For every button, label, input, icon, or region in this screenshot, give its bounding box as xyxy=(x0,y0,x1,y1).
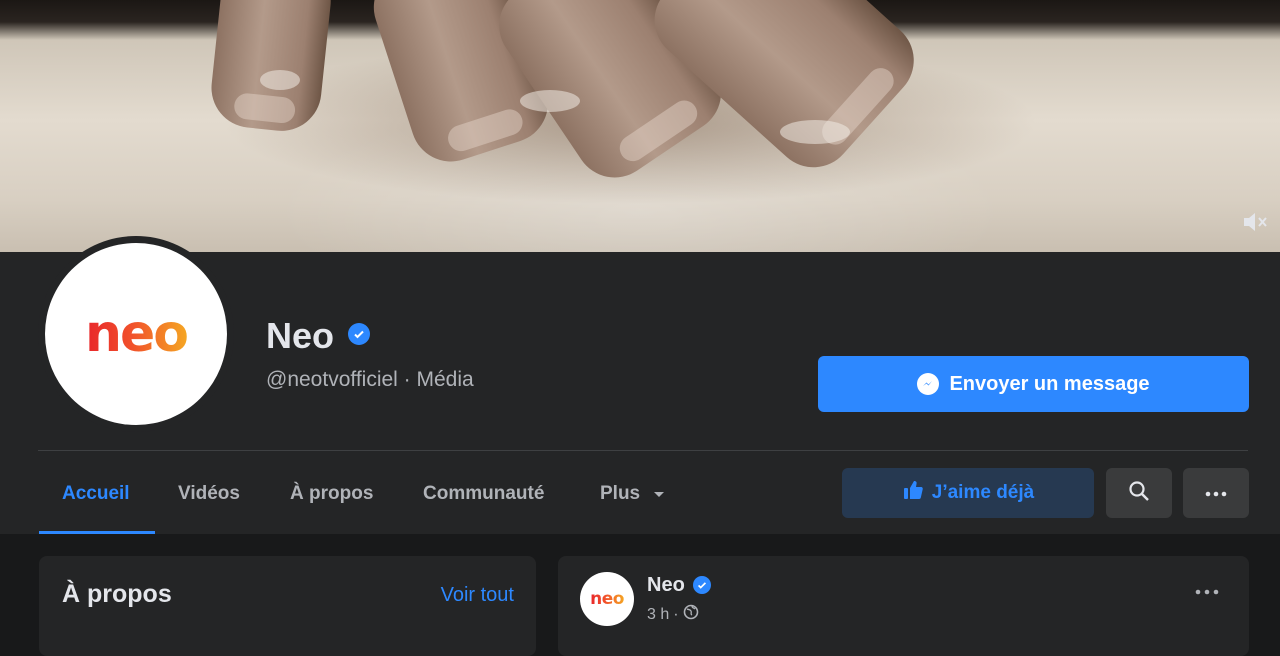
caret-down-icon xyxy=(653,470,665,518)
messenger-icon xyxy=(917,373,940,395)
meta-separator: · xyxy=(673,605,679,623)
tab-communaute[interactable]: Communauté xyxy=(423,470,544,518)
post-card: neo Neo 3 h · xyxy=(558,556,1249,656)
tab-accueil[interactable]: Accueil xyxy=(62,470,130,518)
active-tab-indicator xyxy=(39,531,155,534)
search-button[interactable] xyxy=(1106,468,1172,518)
see-all-link[interactable]: Voir tout xyxy=(441,584,514,607)
tab-plus[interactable]: Plus xyxy=(600,470,665,518)
about-title: À propos xyxy=(62,580,172,608)
post-meta: 3 h · xyxy=(647,604,699,625)
cover-video[interactable] xyxy=(0,0,1280,252)
send-message-button[interactable]: Envoyer un message xyxy=(818,356,1249,412)
like-page-label: J’aime déjà xyxy=(931,482,1035,503)
search-icon xyxy=(1128,480,1150,507)
speaker-muted-icon[interactable] xyxy=(1240,210,1270,238)
neo-logo: neo xyxy=(84,304,189,364)
post-author[interactable]: Neo xyxy=(647,574,685,597)
flour-speck xyxy=(780,120,850,144)
post-avatar[interactable]: neo xyxy=(580,572,634,626)
header-divider xyxy=(38,450,1248,451)
like-page-button[interactable]: J’aime déjà xyxy=(842,468,1094,518)
more-options-button[interactable] xyxy=(1183,468,1249,518)
verified-check-icon xyxy=(693,576,711,594)
more-dots-icon xyxy=(1195,582,1219,599)
tab-plus-label: Plus xyxy=(600,483,641,505)
tab-videos[interactable]: Vidéos xyxy=(178,470,240,518)
page-handle-category: @neotvofficiel · Média xyxy=(266,368,474,391)
post-more-button[interactable] xyxy=(1195,582,1219,600)
tab-a-propos[interactable]: À propos xyxy=(290,470,373,518)
thumbs-up-icon xyxy=(902,479,924,507)
page-title: Neo xyxy=(266,315,335,356)
profile-avatar[interactable]: neo xyxy=(45,243,227,425)
verified-check-icon xyxy=(348,323,370,345)
flour-speck xyxy=(260,70,300,90)
more-dots-icon xyxy=(1205,484,1227,502)
post-time[interactable]: 3 h xyxy=(647,606,669,624)
globe-icon xyxy=(683,604,699,625)
neo-logo: neo xyxy=(590,588,624,609)
post-author-name: Neo xyxy=(647,574,685,596)
send-message-label: Envoyer un message xyxy=(949,372,1150,395)
about-card: À propos Voir tout xyxy=(39,556,536,656)
flour-speck xyxy=(520,90,580,112)
